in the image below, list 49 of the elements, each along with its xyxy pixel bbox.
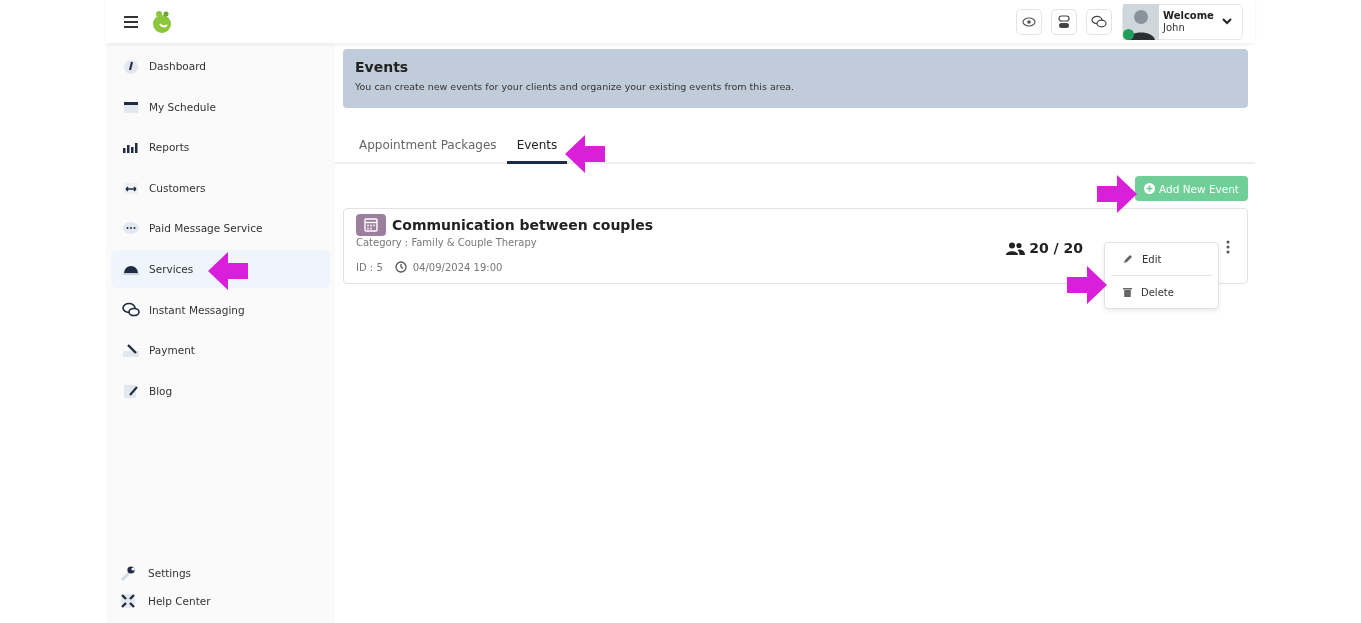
toggle-icon[interactable] [1051, 8, 1077, 35]
welcome-text: Welcome [1163, 9, 1215, 22]
sidebar-item[interactable]: Help Center [111, 587, 330, 615]
chevron-down-icon[interactable] [1222, 18, 1232, 25]
banner-title: Events [355, 59, 410, 75]
sidebar-item[interactable]: Settings [111, 559, 330, 587]
menu-item-icon [122, 382, 140, 399]
menu-item-icon [122, 342, 140, 359]
event-category: Category : Family & Couple Therapy [356, 237, 538, 248]
clock-icon [394, 261, 407, 273]
menu-item-icon [122, 301, 140, 318]
calendar-icon [356, 214, 386, 236]
sidebar-item[interactable]: Instant Messaging [111, 290, 330, 329]
sidebar-item[interactable]: My Schedule [111, 87, 330, 126]
sidebar-item[interactable]: Paid Message Service [111, 209, 330, 248]
capacity-count: 20 / 20 [1029, 240, 1083, 256]
pencil-icon [1123, 254, 1133, 264]
sidebar-item[interactable]: Payment [111, 331, 330, 370]
sidebar-item[interactable]: Dashboard [111, 47, 330, 85]
people-icon [1006, 241, 1026, 255]
event-title: Communication between couples [392, 217, 653, 233]
more-options-icon[interactable] [1226, 240, 1230, 254]
sidebar-item[interactable]: Customers [111, 168, 330, 207]
chat-icon[interactable] [1086, 8, 1112, 35]
annotation-arrow [208, 252, 248, 290]
user-menu[interactable]: Welcome John [1122, 3, 1243, 40]
user-name: John [1163, 21, 1186, 34]
event-id: ID : 5 [356, 261, 383, 273]
sidebar-item[interactable]: Blog [111, 371, 330, 410]
sidebar-item[interactable]: Services [111, 249, 330, 288]
eye-icon[interactable] [1016, 8, 1042, 35]
sidebar-item[interactable]: Reports [111, 128, 330, 167]
menu-icon[interactable] [124, 15, 138, 28]
tab[interactable]: Appointment Packages [349, 134, 507, 164]
tab[interactable]: Events [506, 134, 568, 164]
event-date: 04/09/2024 19:00 [412, 261, 503, 273]
trash-icon [1123, 287, 1132, 297]
annotation-arrow [565, 135, 605, 173]
banner-text: You can create new events for your clients and organize your existing events from this area. [355, 81, 796, 92]
wrench-icon [120, 565, 136, 581]
help-icon [120, 593, 136, 609]
menu-item[interactable]: Delete [1111, 275, 1212, 308]
menu-item-icon [122, 220, 140, 237]
menu-item[interactable]: Edit [1111, 243, 1212, 275]
annotation-arrow [1067, 266, 1107, 304]
menu-item-icon [122, 58, 140, 74]
logo-icon[interactable] [151, 9, 173, 34]
plus-circle-icon [1144, 183, 1155, 194]
annotation-arrow [1097, 175, 1137, 213]
